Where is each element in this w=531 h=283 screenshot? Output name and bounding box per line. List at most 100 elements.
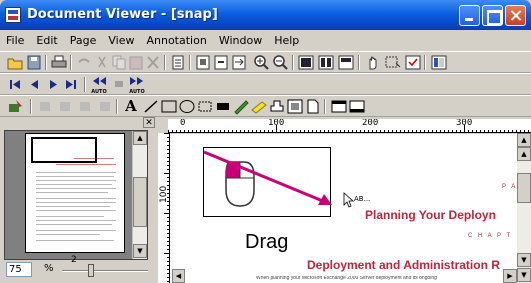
scroll-down-button[interactable]: ▼ bbox=[133, 244, 147, 258]
menu-edit[interactable]: Edit bbox=[30, 32, 63, 50]
zoom-input[interactable]: 75 bbox=[6, 262, 32, 277]
ellipse-tool-icon[interactable] bbox=[178, 98, 196, 115]
delete-icon[interactable] bbox=[144, 54, 162, 71]
document-scrollbar[interactable]: ▲ ▲ ▼ ▼ bbox=[517, 133, 531, 283]
thumb-text-line bbox=[56, 164, 116, 165]
zoom-slider-thumb[interactable] bbox=[88, 264, 94, 277]
thumbnail-scrollbar[interactable]: ▲ ▼ bbox=[132, 131, 147, 259]
ruler-ticks-vertical bbox=[164, 133, 169, 282]
continuous-view-icon[interactable] bbox=[337, 54, 355, 71]
scroll-thumb[interactable] bbox=[133, 177, 147, 227]
rectangle-tool-icon[interactable] bbox=[160, 98, 178, 115]
annotation-select-icon[interactable] bbox=[8, 98, 26, 115]
thumbnail-panel: ✕ 2 ▲ ▼ bbox=[4, 117, 155, 265]
note-icon[interactable] bbox=[56, 98, 74, 115]
menu-file[interactable]: File bbox=[0, 32, 30, 50]
zoom-in-icon[interactable] bbox=[252, 54, 270, 71]
cursor-text: AB... bbox=[354, 195, 371, 203]
zoom-unit: % bbox=[44, 263, 54, 274]
select-area-icon[interactable] bbox=[384, 54, 402, 71]
rewind-icon bbox=[93, 77, 106, 85]
thumb-text-line bbox=[36, 240, 114, 241]
chapter-heading: Deployment and Administration R bbox=[307, 258, 500, 272]
menu-view[interactable]: View bbox=[102, 32, 140, 50]
scroll-thumb[interactable] bbox=[517, 173, 531, 203]
link-icon[interactable] bbox=[76, 98, 94, 115]
thumbnail-list[interactable]: 2 bbox=[4, 130, 148, 265]
stamp-tool-icon[interactable] bbox=[268, 98, 286, 115]
toolbar-separator bbox=[292, 55, 294, 70]
filled-rectangle-tool-icon[interactable] bbox=[214, 98, 232, 115]
thumb-text-line bbox=[36, 184, 112, 185]
scroll-page-down-button[interactable]: ▼ bbox=[517, 268, 531, 282]
panel-close-button[interactable]: ✕ bbox=[143, 117, 155, 128]
highlighter-tool-icon[interactable] bbox=[250, 98, 268, 115]
horizontal-ruler: 0 100 200 300 bbox=[168, 119, 531, 133]
standard-toolbar bbox=[0, 51, 531, 73]
pen-tool-icon[interactable] bbox=[232, 98, 250, 115]
thumb-text-line bbox=[36, 206, 110, 207]
chapter-label: C H A P T bbox=[468, 233, 513, 239]
menu-window[interactable]: Window bbox=[213, 32, 268, 50]
single-page-view-icon[interactable] bbox=[297, 54, 315, 71]
save-icon[interactable] bbox=[25, 54, 43, 71]
paste-icon[interactable] bbox=[127, 54, 145, 71]
scroll-page-up-button[interactable]: ▲ bbox=[517, 147, 531, 161]
scroll-up-button[interactable]: ▲ bbox=[517, 133, 531, 147]
toolbar-separator bbox=[30, 99, 32, 114]
zoom-slider-track[interactable] bbox=[62, 270, 148, 272]
line-tool-icon[interactable] bbox=[142, 98, 160, 115]
thumb-text-line bbox=[36, 216, 104, 217]
first-page-icon[interactable] bbox=[6, 76, 24, 93]
file-tool-icon[interactable] bbox=[304, 98, 322, 115]
menu-annotation[interactable]: Annotation bbox=[140, 32, 212, 50]
thumbnail-panel-icon[interactable] bbox=[430, 54, 448, 71]
zoom-out-icon[interactable] bbox=[271, 54, 289, 71]
menu-help[interactable]: Help bbox=[268, 32, 305, 50]
toolbar-separator bbox=[84, 77, 86, 92]
print-icon[interactable] bbox=[50, 54, 68, 71]
two-page-view-icon[interactable] bbox=[317, 54, 335, 71]
maximize-button[interactable] bbox=[482, 5, 503, 26]
ruler-label-200: 200 bbox=[362, 119, 379, 128]
thumbnail-view-rect[interactable] bbox=[31, 137, 97, 163]
header-tool-icon[interactable] bbox=[330, 98, 348, 115]
hand-tool-icon[interactable] bbox=[364, 54, 382, 71]
scroll-up-button[interactable]: ▲ bbox=[133, 131, 147, 145]
page-icon[interactable] bbox=[194, 54, 212, 71]
auto-rewind-button[interactable]: AUTO bbox=[90, 76, 108, 95]
stop-icon[interactable] bbox=[110, 76, 128, 93]
thumb-text-line bbox=[36, 180, 116, 181]
page-width-icon[interactable] bbox=[230, 54, 248, 71]
dashed-rectangle-tool-icon[interactable] bbox=[196, 98, 214, 115]
auto-play-button[interactable]: AUTO bbox=[128, 76, 146, 95]
next-page-icon[interactable] bbox=[44, 76, 62, 93]
attach-icon[interactable] bbox=[96, 98, 114, 115]
page-fit-icon[interactable] bbox=[212, 54, 230, 71]
snapshot-icon[interactable] bbox=[404, 54, 422, 71]
thumb-text-line bbox=[36, 172, 116, 173]
ruler-ticks bbox=[168, 125, 529, 132]
menu-page[interactable]: Page bbox=[64, 32, 103, 50]
footer-tool-icon[interactable] bbox=[348, 98, 366, 115]
scroll-down-button[interactable]: ▼ bbox=[517, 253, 531, 267]
stamp-icon[interactable] bbox=[36, 98, 54, 115]
open-folder-icon[interactable] bbox=[6, 54, 24, 71]
cut-icon[interactable] bbox=[93, 54, 111, 71]
undo-icon[interactable] bbox=[75, 54, 93, 71]
thumb-text-line bbox=[36, 220, 116, 221]
last-page-icon[interactable] bbox=[62, 76, 80, 93]
image-tool-icon[interactable] bbox=[286, 98, 304, 115]
thumb-text-line bbox=[36, 188, 116, 189]
fast-forward-icon bbox=[130, 77, 143, 85]
text-tool-button[interactable]: A bbox=[122, 98, 140, 115]
scroll-left-button[interactable]: ◀ bbox=[172, 269, 185, 283]
previous-page-icon[interactable] bbox=[26, 76, 44, 93]
minimize-button[interactable] bbox=[459, 5, 480, 26]
close-button[interactable] bbox=[505, 5, 526, 26]
ruler-label-0: 0 bbox=[180, 119, 186, 128]
copy-icon[interactable] bbox=[110, 54, 128, 71]
document-icon[interactable] bbox=[169, 54, 187, 71]
scroll-right-button[interactable]: ▶ bbox=[503, 269, 517, 283]
toolbar-separator bbox=[189, 55, 191, 70]
